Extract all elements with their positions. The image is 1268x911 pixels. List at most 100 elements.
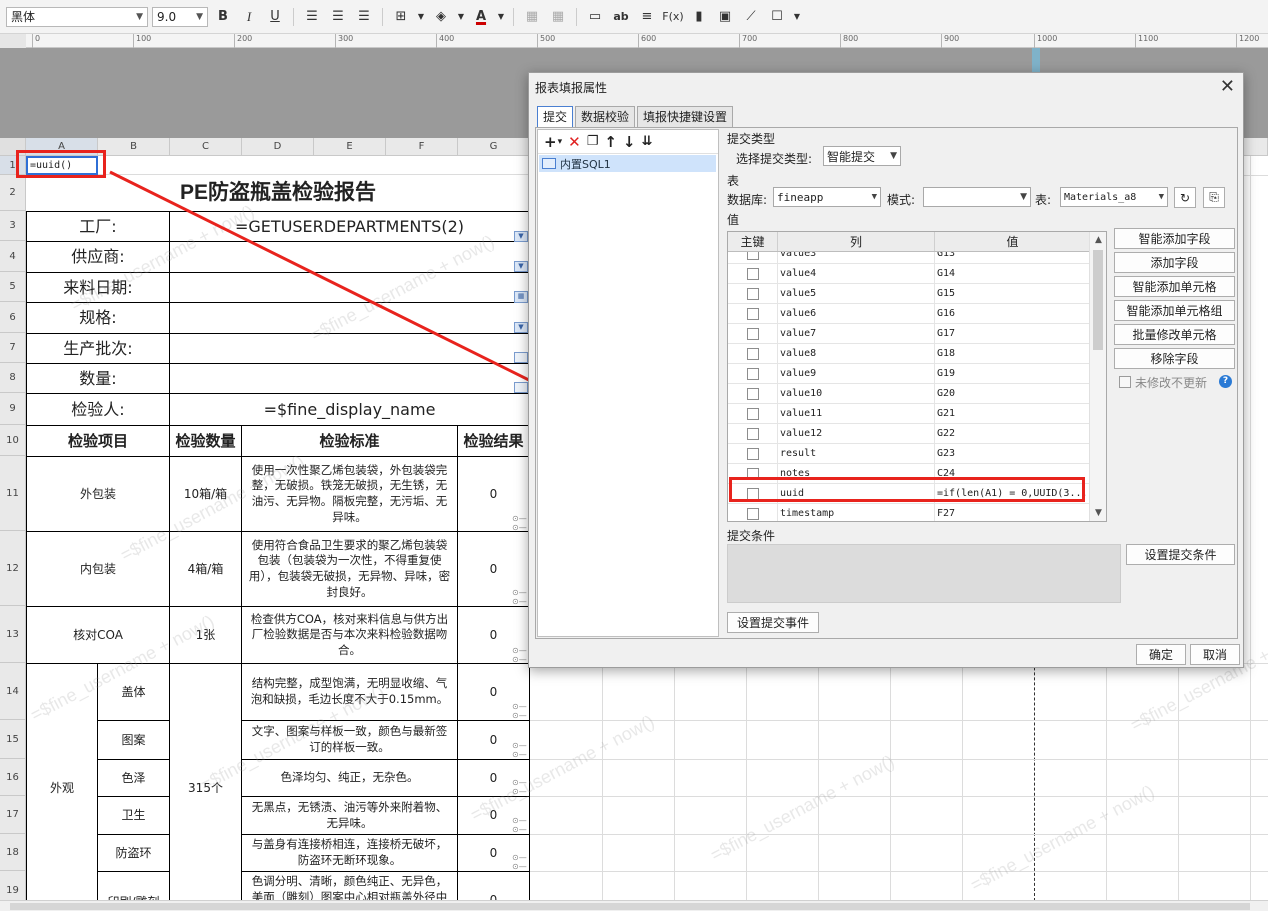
copy-icon[interactable]: ❐ (587, 134, 599, 149)
number-widget-icon[interactable] (514, 382, 528, 393)
textbox-widget-icon[interactable] (514, 352, 528, 363)
column-name[interactable]: value8 (778, 344, 935, 363)
sort-icon[interactable]: ⇊ (642, 134, 653, 149)
table-select[interactable]: Materials_a8 ▼ (1060, 187, 1168, 207)
column-name[interactable]: value12 (778, 424, 935, 443)
submit-condition-area[interactable] (727, 544, 1121, 603)
column-name[interactable]: result (778, 444, 935, 463)
row-header[interactable]: 5 (0, 272, 26, 302)
add-field-button[interactable]: 添加字段 (1114, 252, 1235, 273)
pk-checkbox[interactable] (746, 327, 759, 340)
slash-icon[interactable]: ⟋ (740, 6, 762, 28)
column-value[interactable]: G21 (935, 404, 1090, 423)
table-row[interactable]: value4 G14 (728, 264, 1090, 284)
merge-cells-icon[interactable]: ▦ (521, 6, 543, 28)
column-value[interactable]: G22 (935, 424, 1090, 443)
column-value[interactable]: G18 (935, 344, 1090, 363)
column-value[interactable]: G14 (935, 264, 1090, 283)
image-icon[interactable]: ▣ (714, 6, 736, 28)
smart-add-field-button[interactable]: 智能添加字段 (1114, 228, 1235, 249)
pk-checkbox[interactable] (746, 287, 759, 300)
close-icon[interactable]: ✕ (1220, 76, 1235, 97)
move-up-icon[interactable]: ↑ (604, 133, 617, 151)
chevron-down-icon[interactable]: ▼ (416, 6, 426, 28)
set-submit-event-button[interactable]: 设置提交事件 (727, 612, 819, 633)
row-header[interactable]: 10 (0, 425, 26, 456)
scrollbar-thumb[interactable] (1093, 250, 1103, 350)
table-row[interactable]: value7 G17 (728, 324, 1090, 344)
chevron-down-icon[interactable]: ▼ (456, 6, 466, 28)
no-update-checkbox[interactable] (1119, 376, 1131, 388)
qty-value[interactable] (169, 363, 530, 394)
table-row[interactable]: value5 G15 (728, 284, 1090, 304)
row-header[interactable]: 3 (0, 211, 26, 241)
split-cells-icon[interactable]: ▦ (547, 6, 569, 28)
radio-widget-icon[interactable]: ⊙— ⊙— (512, 853, 527, 871)
column-header[interactable]: G (458, 138, 530, 156)
database-select[interactable]: fineapp ▼ (773, 187, 881, 207)
column-name[interactable]: value4 (778, 264, 935, 283)
table-row[interactable]: result G23 (728, 444, 1090, 464)
column-value[interactable]: G15 (935, 284, 1090, 303)
help-icon[interactable]: ? (1219, 375, 1232, 388)
batch-value[interactable] (169, 333, 530, 364)
table-row[interactable]: value9 G19 (728, 364, 1090, 384)
row1-blank[interactable] (98, 156, 530, 175)
pk-checkbox[interactable] (746, 387, 759, 400)
pk-checkbox[interactable] (746, 407, 759, 420)
radio-widget-icon[interactable]: ⊙— ⊙— (512, 816, 527, 834)
tab-shortcuts[interactable]: 填报快捷键设置 (637, 106, 734, 127)
fill-color-icon[interactable]: ◈ (430, 6, 452, 28)
column-header[interactable]: B (98, 138, 170, 156)
set-submit-condition-button[interactable]: 设置提交条件 (1126, 544, 1235, 565)
supplier-value[interactable] (169, 241, 530, 273)
pk-checkbox[interactable] (746, 507, 759, 520)
calendar-widget-icon[interactable]: ▦ (514, 291, 528, 303)
chevron-down-icon[interactable]: ▾ (558, 137, 563, 147)
remove-field-button[interactable]: 移除字段 (1114, 348, 1235, 369)
column-value[interactable]: G20 (935, 384, 1090, 403)
chart-icon[interactable]: ▮ (688, 6, 710, 28)
pk-checkbox[interactable] (746, 347, 759, 360)
row-header[interactable]: 14 (0, 663, 26, 720)
dropdown-widget-icon[interactable]: ▼ (514, 231, 528, 242)
border-icon[interactable]: ⊞ (390, 6, 412, 28)
column-header[interactable]: F (386, 138, 458, 156)
row-header[interactable]: 9 (0, 393, 26, 425)
bold-button[interactable]: B (212, 6, 234, 28)
cancel-button[interactable]: 取消 (1190, 644, 1240, 665)
refresh-icon[interactable]: ↻ (1174, 187, 1196, 208)
row-header[interactable]: 17 (0, 796, 26, 834)
mode-select[interactable]: ▼ (923, 187, 1031, 207)
row-header[interactable]: 4 (0, 241, 26, 272)
pk-checkbox[interactable] (746, 447, 759, 460)
table-scrollbar[interactable]: ▲ ▼ (1089, 232, 1106, 521)
horizontal-scrollbar[interactable] (0, 900, 1268, 911)
inspector-value[interactable]: =$fine_display_name (169, 393, 530, 426)
pk-checkbox[interactable] (746, 267, 759, 280)
row-header[interactable]: 13 (0, 606, 26, 663)
pk-checkbox[interactable] (746, 367, 759, 380)
date-value[interactable] (169, 272, 530, 303)
table-row[interactable]: value12 G22 (728, 424, 1090, 444)
radio-widget-icon[interactable]: ⊙— ⊙— (512, 778, 527, 796)
add-icon[interactable]: + (544, 133, 557, 151)
column-name[interactable]: value10 (778, 384, 935, 403)
spec-value[interactable] (169, 302, 530, 334)
column-name[interactable]: timestamp (778, 504, 935, 521)
column-name[interactable]: value6 (778, 304, 935, 323)
radio-widget-icon[interactable]: ⊙— ⊙— (512, 646, 527, 664)
submit-type-select[interactable]: 智能提交 ▼ (823, 146, 901, 166)
column-value[interactable]: G19 (935, 364, 1090, 383)
row-header[interactable]: 8 (0, 363, 26, 393)
scroll-up-icon[interactable]: ▲ (1090, 232, 1106, 248)
row-header[interactable]: 2 (0, 175, 26, 211)
dropdown-widget-icon[interactable]: ▼ (514, 261, 528, 272)
align-right-icon[interactable]: ☰ (353, 6, 375, 28)
underline-button[interactable]: U (264, 6, 286, 28)
column-header[interactable]: E (314, 138, 386, 156)
align-center-icon[interactable]: ☰ (327, 6, 349, 28)
factory-value[interactable]: =GETUSERDEPARTMENTS(2) (169, 211, 530, 242)
column-name[interactable]: value7 (778, 324, 935, 343)
row-header[interactable]: 16 (0, 759, 26, 796)
